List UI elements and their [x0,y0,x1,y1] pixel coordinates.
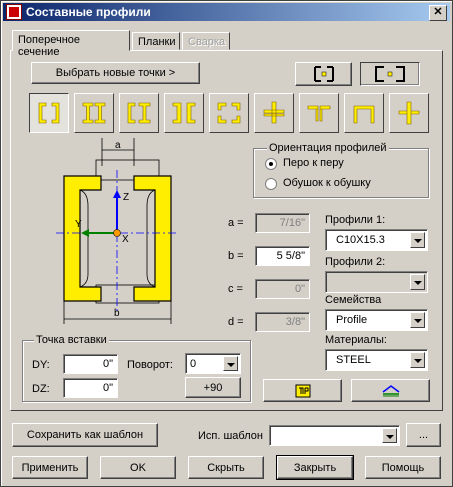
profiles1-select[interactable]: C10X15.3 [325,229,428,251]
angle-box-icon [217,102,241,124]
profiles2-select [325,271,428,293]
dz-label: DZ: [32,383,50,395]
dim-b-field[interactable]: 5 5/8" [255,246,310,266]
dy-field[interactable]: 0" [63,354,118,374]
orient-flange-button[interactable] [295,62,352,86]
profiles1-value: C10X15.3 [336,234,385,246]
chevron-down-icon[interactable] [410,312,425,328]
profile-pair-icon [313,66,334,82]
save-template-button[interactable]: Сохранить как шаблон [12,423,158,447]
profiles1-label: Профили 1: [325,214,386,226]
profile-type-4-button[interactable] [164,93,204,133]
cross-angles-icon [263,101,285,124]
materials-value: STEEL [336,354,371,366]
profile-type-7-button[interactable] [299,93,339,133]
close-button[interactable]: Закрыть [276,455,354,480]
axis-x-label: X [122,234,129,245]
rotation-label: Поворот: [127,359,173,371]
align-icon [382,384,399,396]
dim-b-label: b [114,308,120,319]
tee-angles-icon [307,105,331,122]
radio-web-label: Обушок к обушку [283,177,371,189]
angle-pair-icon [353,105,375,124]
rotate-90-button[interactable]: +90 [185,377,241,398]
profiles2-label: Профили 2: [325,256,386,268]
dim-b-name: b = [228,250,244,262]
axis-y-label: Y [75,219,82,230]
profile-type-9-button[interactable] [389,93,429,133]
chevron-down-icon [410,274,425,290]
dim-a-field: 7/16" [255,213,310,233]
channel-back-icon [172,102,196,124]
dz-field[interactable]: 0" [63,378,118,398]
close-icon[interactable]: ✕ [429,5,447,21]
family-label: Семейства [325,294,382,306]
plus-angles-icon [398,101,420,125]
axis-z-label: Z [123,192,129,203]
double-i-beam-icon [82,102,106,124]
dy-label: DY: [32,359,50,371]
section-properties-button[interactable] [263,379,342,402]
chevron-down-icon[interactable] [410,232,425,248]
profile-type-1-button[interactable] [29,93,69,133]
title-bar: Составные профили ✕ [3,3,450,21]
profile-pair-back-icon [375,66,405,82]
tab-cross-section[interactable]: Поперечное сечение [12,30,130,58]
channel-ibeam-icon [127,102,151,124]
orientation-group [253,148,429,198]
family-value: Profile [336,314,368,326]
materials-select[interactable]: STEEL [325,349,428,371]
radio-flange-to-flange[interactable] [265,158,277,170]
double-channel-icon [38,102,60,124]
ok-button[interactable]: OK [100,456,176,479]
app-icon [6,4,22,20]
rotation-select[interactable]: 0 [185,353,241,374]
dim-d-field: 3/8" [255,312,310,332]
properties-icon [295,384,310,397]
browse-button[interactable]: ... [406,423,441,447]
materials-label: Материалы: [325,334,387,346]
help-button[interactable]: Помощь [365,456,441,479]
orientation-title: Ориентация профилей [267,142,389,154]
profile-type-8-button[interactable] [344,93,384,133]
chevron-down-icon[interactable] [223,356,238,371]
radio-web-to-web[interactable] [265,178,277,190]
dim-d-name: d = [228,316,244,328]
radio-flange-label: Перо к перу [283,157,344,169]
profile-type-6-button[interactable] [254,93,294,133]
profile-type-3-button[interactable] [119,93,159,133]
dim-a-label: a [115,140,121,151]
insert-point-title: Точка вставки [34,334,109,346]
chevron-down-icon[interactable] [410,352,425,368]
window-title: Составные профили [26,5,151,19]
dialog-window: Составные профили ✕ Поперечное сечение П… [0,0,453,487]
cross-section-diagram: a Z Y X b [56,138,179,324]
profile-type-2-button[interactable] [74,93,114,133]
family-select[interactable]: Profile [325,309,428,331]
profile-type-5-button[interactable] [209,93,249,133]
tab-plates[interactable]: Планки [132,32,180,50]
use-template-label: Исп. шаблон [198,430,263,442]
dim-a-name: a = [228,217,244,229]
select-points-button[interactable]: Выбрать новые точки > [31,62,200,84]
orient-web-button[interactable] [360,62,420,86]
dim-c-name: c = [228,283,243,295]
chevron-down-icon[interactable] [382,428,397,443]
rotation-value: 0 [190,358,197,370]
hide-button[interactable]: Скрыть [188,456,264,479]
dim-c-field: 0" [255,279,310,299]
apply-button[interactable]: Применить [12,456,88,479]
align-profile-button[interactable] [351,379,430,402]
tab-weld: Сварка [182,32,230,50]
template-select[interactable] [269,425,400,446]
